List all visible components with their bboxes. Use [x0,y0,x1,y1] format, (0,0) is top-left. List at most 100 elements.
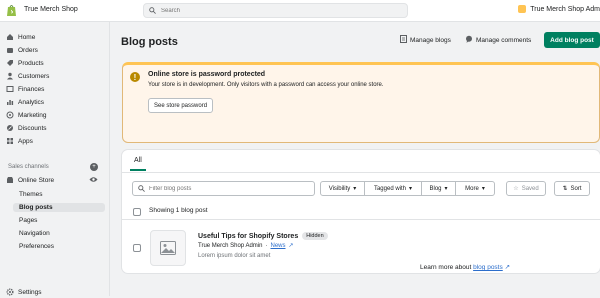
image-placeholder-icon [160,241,176,255]
add-channel-icon[interactable]: + [90,163,98,171]
sidebar-item-customers[interactable]: Customers [6,70,49,82]
add-blog-post-button[interactable]: Add blog post [544,32,600,48]
user-menu[interactable]: True Merch Shop Adm [518,5,600,13]
sidebar-item-themes[interactable]: Themes [19,191,42,198]
apps-icon [6,137,14,145]
sort-icon: ⇅ [562,186,568,192]
caret-down-icon: ▾ [481,186,485,192]
sidebar-item-label: Apps [18,137,33,145]
sidebar-item-label: Products [18,59,44,67]
tagged-with-filter-button[interactable]: Tagged with ▾ [364,181,422,196]
tab-indicator [130,169,146,171]
sidebar-item-orders[interactable]: Orders [6,44,38,56]
visibility-filter-button[interactable]: Visibility ▾ [320,181,365,196]
sidebar-item-discounts[interactable]: Discounts [6,122,47,134]
select-all-checkbox[interactable] [133,208,141,216]
finances-icon [6,85,14,93]
sidebar-item-label: Analytics [18,98,45,106]
sidebar-item-label: Orders [18,46,38,54]
sidebar-item-label: Online Store [18,176,55,184]
learn-more: Learn more about blog posts ↗ [220,263,600,271]
top-bar: True Merch Shop True Merch Shop Adm [0,0,600,22]
filter-input[interactable] [149,185,299,192]
search-input[interactable] [161,7,391,14]
search-icon [138,185,145,192]
manage-comments-label: Manage comments [476,36,532,44]
caret-down-icon: ▾ [409,186,413,192]
banner-title: Online store is password protected [148,71,266,78]
sidebar-item-analytics[interactable]: Analytics [6,96,44,108]
manage-comments-button[interactable]: Manage comments [465,34,531,46]
home-icon [6,33,14,41]
store-name[interactable]: True Merch Shop [24,6,78,13]
learn-more-link[interactable]: blog posts [473,264,503,271]
manage-blogs-button[interactable]: Manage blogs [400,34,451,46]
sidebar-item-apps[interactable]: Apps [6,135,33,147]
tab-all[interactable]: All [134,157,142,164]
saved-button[interactable]: ☆ Saved [506,181,546,196]
user-name: True Merch Shop Adm [530,5,600,13]
blog-label: Blog [429,185,442,192]
more-filters-button[interactable]: More ▾ [455,181,495,196]
sidebar-item-products[interactable]: Products [6,57,44,69]
search-bar[interactable] [143,3,408,18]
divider [122,219,600,220]
password-banner: ! Online store is password protected You… [122,62,600,143]
post-title-text: Useful Tips for Shopify Stores [198,232,299,240]
manage-blogs-label: Manage blogs [410,36,451,44]
caret-down-icon: ▾ [444,186,448,192]
blog-filter-button[interactable]: Blog ▾ [421,181,456,196]
search-icon [149,7,156,14]
meta-separator: · [265,242,268,249]
post-meta: True Merch Shop Admin · News ↗ [198,242,294,250]
shopify-logo-icon[interactable] [6,4,17,17]
post-blog-link[interactable]: News [270,243,285,249]
avatar [518,5,527,13]
main-content: Blog posts Manage blogs Manage comments … [110,22,600,296]
analytics-icon [6,98,14,106]
eye-icon[interactable] [89,176,98,185]
sidebar-item-label: Home [18,33,36,41]
more-filters-label: More [465,185,479,192]
post-author: True Merch Shop Admin [198,242,263,249]
star-icon: ☆ [513,186,519,192]
sidebar-item-label: Customers [18,72,50,80]
sidebar-item-home[interactable]: Home [6,31,35,43]
external-link-icon: ↗ [288,243,294,249]
warning-icon: ! [130,72,140,82]
post-title[interactable]: Useful Tips for Shopify Stores Hidden [198,232,328,240]
page-title: Blog posts [121,36,178,48]
sidebar-item-navigation[interactable]: Navigation [19,230,50,237]
showing-count: Showing 1 blog post [149,207,208,214]
sidebar-item-online-store[interactable]: Online Store [6,174,54,186]
caret-down-icon: ▾ [353,186,357,192]
discounts-icon [6,124,14,132]
store-icon [6,176,14,184]
sidebar-item-label: Marketing [18,111,47,119]
banner-description: Your store is in development. Only visit… [148,82,384,88]
orders-icon [6,46,14,54]
sort-button[interactable]: ⇅ Sort [554,181,590,196]
divider [122,172,600,173]
row-checkbox[interactable] [133,244,141,252]
sidebar-item-blog-posts[interactable]: Blog posts [13,203,105,212]
filter-field[interactable] [132,181,315,196]
comment-icon [465,35,473,45]
blog-icon [400,35,407,45]
customers-icon [6,72,14,80]
tagged-with-label: Tagged with [373,185,406,192]
post-thumbnail[interactable] [150,230,186,266]
sidebar-item-settings[interactable]: Settings [6,286,42,298]
sidebar-item-marketing[interactable]: Marketing [6,109,47,121]
sidebar-item-preferences[interactable]: Preferences [19,243,54,250]
saved-label: Saved [521,185,539,192]
sales-channels-heading: Sales channels [8,164,49,170]
sort-label: Sort [570,185,582,192]
see-store-password-button[interactable]: See store password [148,98,214,113]
post-excerpt: Lorem ipsum dolor sit amet [198,253,271,259]
marketing-icon [6,111,14,119]
sidebar-item-finances[interactable]: Finances [6,83,44,95]
sidebar-item-pages[interactable]: Pages [19,217,37,224]
gear-icon [6,288,14,296]
sidebar-item-label: Settings [18,288,42,296]
